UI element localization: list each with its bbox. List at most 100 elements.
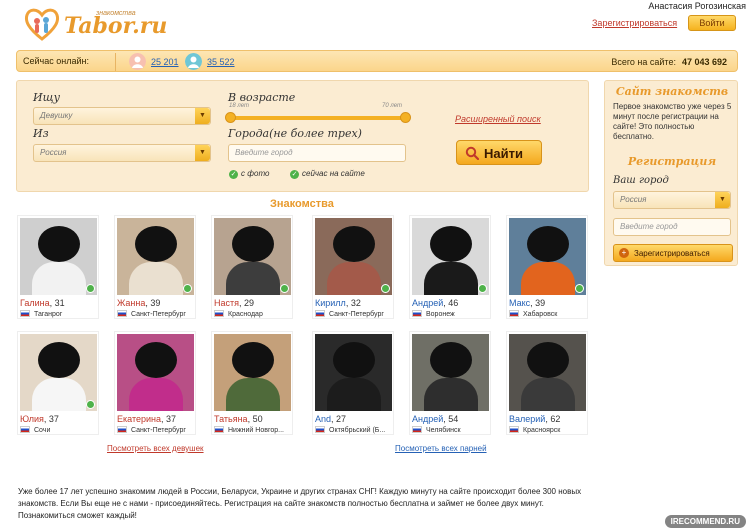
- profile-card[interactable]: Екатерина, 37 Санкт-Петербург: [114, 331, 196, 435]
- city-input[interactable]: Введите город: [228, 144, 406, 162]
- footer-description: Уже более 17 лет успешно знакомим людей …: [18, 487, 582, 520]
- profile-photo[interactable]: [412, 334, 489, 411]
- age-min-handle[interactable]: [225, 112, 236, 123]
- censor-blot: [38, 226, 80, 262]
- your-city-label: Ваш город: [613, 175, 669, 186]
- photo-figure: [226, 378, 280, 411]
- profile-photo[interactable]: [117, 218, 194, 295]
- censor-blot: [333, 342, 375, 378]
- profile-card[interactable]: Настя, 29 Краснодар: [211, 215, 293, 319]
- site-header: знакомства Tabor.ru Зарегистрироваться В…: [0, 0, 750, 44]
- profile-card[interactable]: Макс, 39 Хабаровск: [506, 215, 588, 319]
- checkmark-icon: ✓: [229, 170, 238, 179]
- photo-figure: [521, 378, 575, 411]
- male-avatar-icon: [185, 53, 202, 70]
- profile-photo[interactable]: [20, 334, 97, 411]
- profile-card[interactable]: Татьяна, 50 Нижний Новгор...: [211, 331, 293, 435]
- sidebar-city-input[interactable]: Введите город: [613, 218, 731, 236]
- age-min-label: 18 лет: [229, 103, 249, 109]
- female-avatar-icon: [129, 53, 146, 70]
- russia-flag-icon: [509, 426, 519, 433]
- censor-blot: [232, 226, 274, 262]
- seek-label: Ищу: [33, 91, 60, 104]
- online-separator: [115, 53, 116, 71]
- censor-blot: [333, 226, 375, 262]
- photo-figure: [327, 378, 381, 411]
- profile-name[interactable]: Андрей, 54: [412, 414, 458, 424]
- profile-card[interactable]: Жанна, 39 Санкт-Петербург: [114, 215, 196, 319]
- seek-select[interactable]: Девушку ▼: [33, 107, 211, 125]
- see-all-men-link[interactable]: Посмотреть всех парней: [395, 444, 487, 453]
- profile-name[interactable]: Валерий, 62: [509, 414, 560, 424]
- photo-figure: [424, 378, 478, 411]
- russia-flag-icon: [509, 310, 519, 317]
- sidebar-register-button[interactable]: + Зарегистрироваться: [613, 244, 733, 262]
- age-range-slider[interactable]: [230, 116, 406, 120]
- chevron-down-icon: ▼: [715, 192, 730, 208]
- chevron-down-icon: ▼: [195, 108, 210, 124]
- russia-flag-icon: [412, 310, 422, 317]
- country-select[interactable]: Россия ▼: [33, 144, 211, 162]
- profile-name[interactable]: Кирилл, 32: [315, 298, 361, 308]
- profile-city: Таганрог: [20, 310, 62, 318]
- profile-photo[interactable]: [509, 334, 586, 411]
- profile-name[interactable]: Макс, 39: [509, 298, 545, 308]
- find-button[interactable]: Найти: [456, 140, 542, 165]
- profile-city: Краснодар: [214, 310, 263, 318]
- profile-photo[interactable]: [214, 218, 291, 295]
- online-men-count[interactable]: 35 522: [207, 57, 235, 67]
- profile-city: Санкт-Петербург: [117, 426, 186, 434]
- profile-city: Сочи: [20, 426, 50, 434]
- login-button[interactable]: Войти: [688, 15, 736, 31]
- photo-figure: [32, 378, 86, 411]
- profile-photo[interactable]: [117, 334, 194, 411]
- profile-name[interactable]: Татьяна, 50: [214, 414, 263, 424]
- profile-photo[interactable]: [412, 218, 489, 295]
- profile-card[interactable]: And, 27 Октябрьский (Б...: [312, 331, 394, 435]
- online-indicator-icon: [575, 284, 584, 293]
- online-now-checkbox[interactable]: ✓ сейчас на сайте: [290, 169, 365, 179]
- profile-card[interactable]: Галина, 31 Таганрог: [17, 215, 99, 319]
- profile-name[interactable]: Галина, 31: [20, 298, 65, 308]
- profile-card[interactable]: Юлия, 37 Сочи: [17, 331, 99, 435]
- censor-blot: [135, 226, 177, 262]
- censor-blot: [232, 342, 274, 378]
- register-link[interactable]: Зарегистрироваться: [592, 18, 677, 28]
- photo-figure: [424, 262, 478, 295]
- photo-figure: [32, 262, 86, 295]
- profile-name[interactable]: Настя, 29: [214, 298, 254, 308]
- profile-card[interactable]: Андрей, 54 Челябинск: [409, 331, 491, 435]
- profile-name[interactable]: Екатерина, 37: [117, 414, 176, 424]
- profile-card[interactable]: Кирилл, 32 Санкт-Петербург: [312, 215, 394, 319]
- sidebar-country-select[interactable]: Россия ▼: [613, 191, 731, 209]
- profile-name[interactable]: Юлия, 37: [20, 414, 59, 424]
- age-max-label: 70 лет: [382, 103, 402, 109]
- profile-card[interactable]: Валерий, 62 Красноярск: [506, 331, 588, 435]
- profile-name[interactable]: Андрей, 46: [412, 298, 458, 308]
- russia-flag-icon: [412, 426, 422, 433]
- profile-photo[interactable]: [20, 218, 97, 295]
- site-logo[interactable]: знакомства Tabor.ru: [20, 6, 167, 42]
- russia-flag-icon: [315, 310, 325, 317]
- see-all-women-link[interactable]: Посмотреть всех девушек: [107, 444, 204, 453]
- online-indicator-icon: [381, 284, 390, 293]
- profile-photo[interactable]: [214, 334, 291, 411]
- heart-logo-icon: [24, 8, 60, 41]
- online-women-count[interactable]: 25 201: [151, 57, 179, 67]
- with-photo-checkbox[interactable]: ✓ с фото: [229, 169, 269, 179]
- age-max-handle[interactable]: [400, 112, 411, 123]
- profile-photo[interactable]: [509, 218, 586, 295]
- profile-name[interactable]: Жанна, 39: [117, 298, 160, 308]
- plus-icon: +: [619, 248, 629, 258]
- russia-flag-icon: [117, 426, 127, 433]
- profile-photo[interactable]: [315, 218, 392, 295]
- profile-city: Воронеж: [412, 310, 455, 318]
- photo-figure: [521, 262, 575, 295]
- online-indicator-icon: [183, 284, 192, 293]
- profile-card[interactable]: Андрей, 46 Воронеж: [409, 215, 491, 319]
- profile-photo[interactable]: [315, 334, 392, 411]
- profile-name[interactable]: And, 27: [315, 414, 346, 424]
- photo-figure: [129, 262, 183, 295]
- advanced-search-link[interactable]: Расширенный поиск: [455, 114, 541, 124]
- search-icon: [465, 146, 479, 160]
